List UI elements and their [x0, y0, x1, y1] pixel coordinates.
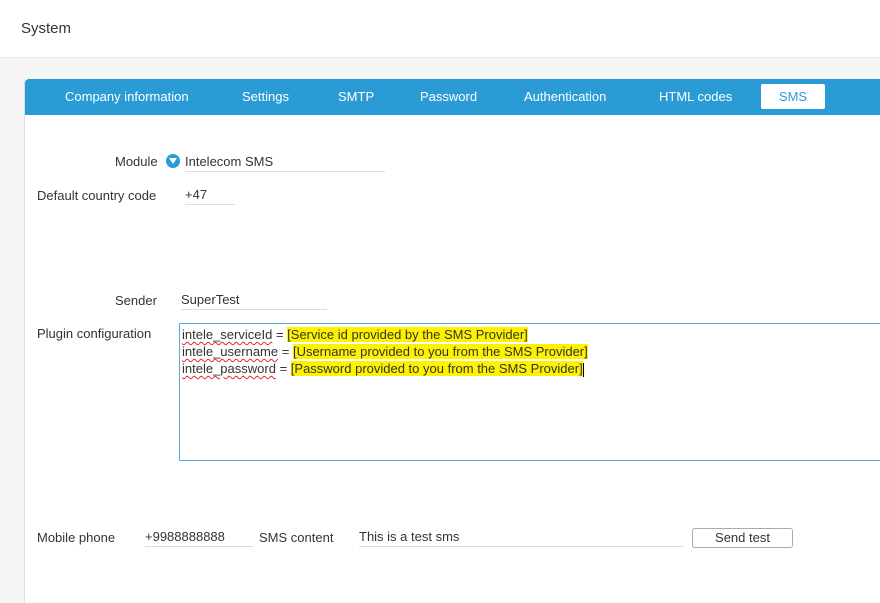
country-code-label: Default country code — [37, 188, 157, 203]
config-value: [Service id provided by the SMS Provider… — [287, 327, 528, 342]
config-separator: = — [272, 327, 288, 342]
config-key: intele_username — [182, 344, 279, 359]
config-value: [Password provided to you from the SMS P… — [290, 361, 583, 376]
country-code-input[interactable]: +47 — [185, 186, 235, 205]
dropdown-arrow-icon[interactable] — [166, 154, 180, 168]
plugin-config-label: Plugin configuration — [37, 326, 152, 341]
sms-content-label: SMS content — [259, 530, 334, 545]
mobile-phone-input[interactable]: +9988888888 — [145, 528, 253, 547]
config-value: [Username provided to you from the SMS P… — [292, 344, 588, 359]
sender-label: Sender — [115, 293, 157, 308]
top-bar: System — [0, 0, 880, 58]
send-test-button[interactable]: Send test — [692, 528, 793, 548]
tab-smtp[interactable]: SMTP — [338, 79, 374, 115]
tab-sms[interactable]: SMS — [761, 84, 825, 109]
config-key: intele_serviceId — [182, 327, 273, 342]
plugin-config-textarea[interactable]: intele_serviceId = [Service id provided … — [179, 323, 880, 461]
mobile-phone-label: Mobile phone — [37, 530, 116, 545]
config-line: intele_serviceId = [Service id provided … — [182, 326, 878, 343]
module-label: Module — [115, 154, 158, 169]
module-select[interactable]: Intelecom SMS — [185, 153, 385, 172]
tab-bar: Company information Settings SMTP Passwo… — [25, 79, 880, 115]
tab-password[interactable]: Password — [420, 79, 477, 115]
page-title: System — [21, 20, 72, 37]
sms-content-input[interactable]: This is a test sms — [359, 528, 684, 547]
tab-authentication[interactable]: Authentication — [524, 79, 606, 115]
tab-company-information[interactable]: Company information — [65, 79, 189, 115]
tab-html-codes[interactable]: HTML codes — [659, 79, 732, 115]
config-separator: = — [275, 361, 291, 376]
config-line: intele_username = [Username provided to … — [182, 343, 878, 360]
tab-settings[interactable]: Settings — [242, 79, 289, 115]
config-key: intele_password — [182, 361, 276, 376]
sender-input[interactable]: SuperTest — [181, 291, 327, 310]
config-separator: = — [278, 344, 293, 359]
config-line: intele_password = [Password provided to … — [182, 360, 878, 377]
text-caret — [582, 362, 584, 377]
